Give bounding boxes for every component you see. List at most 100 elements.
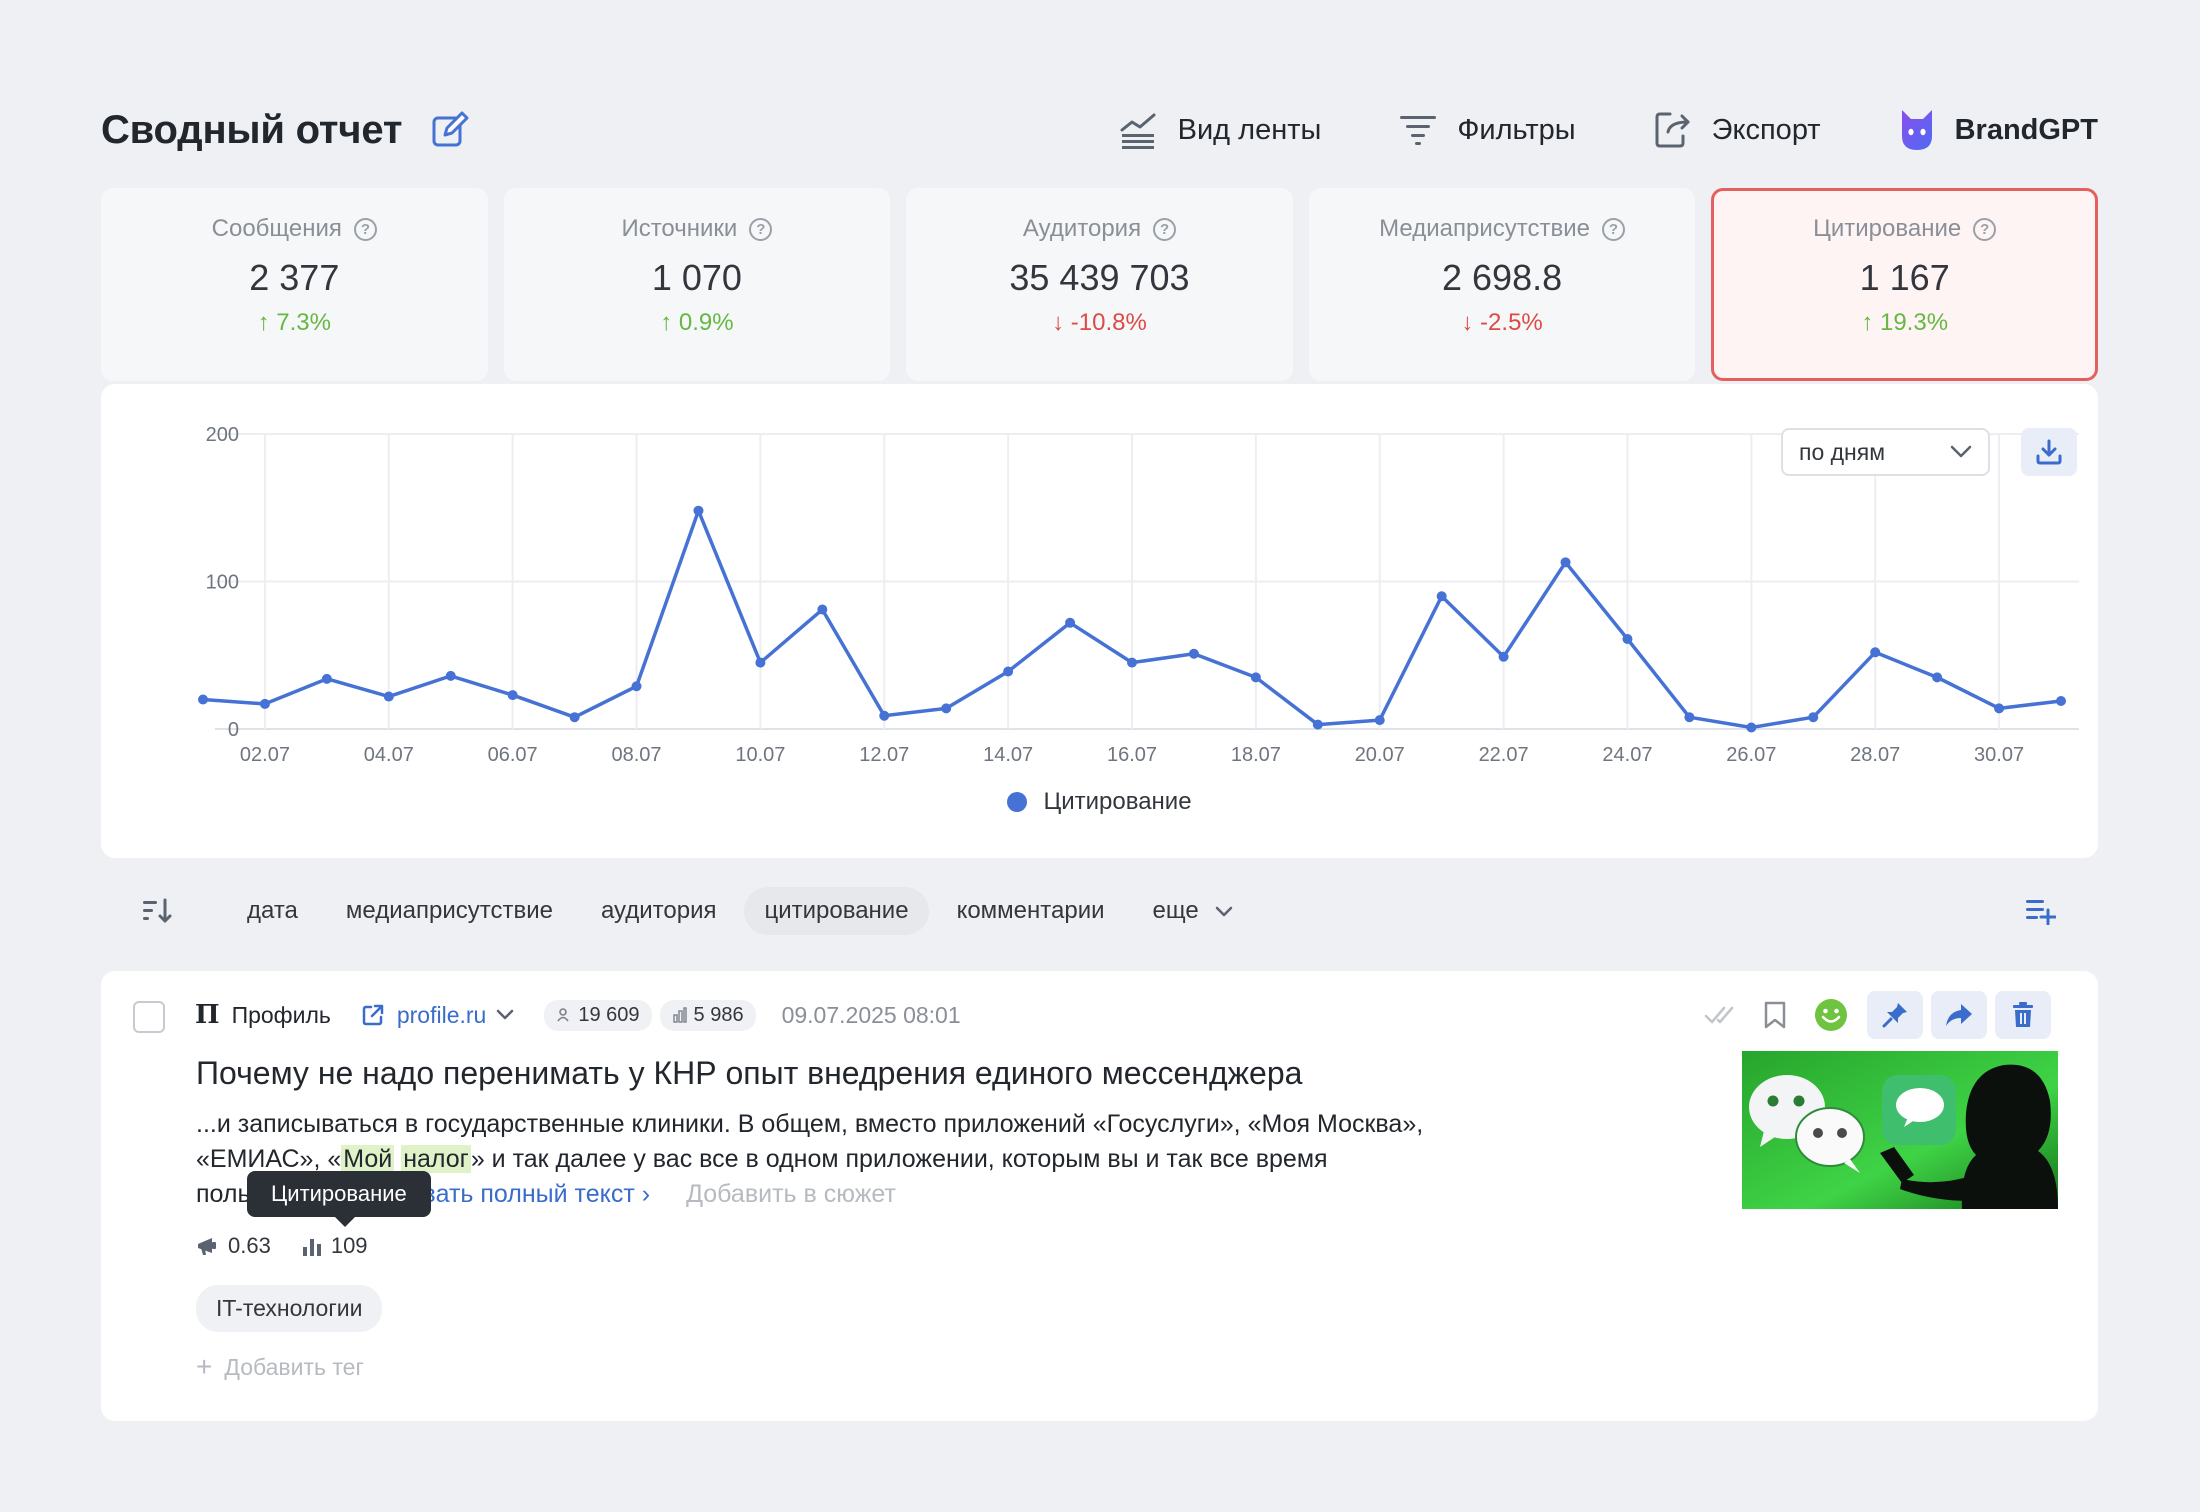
data-point bbox=[693, 505, 704, 516]
post-date: 09.07.2025 08:01 bbox=[781, 1001, 961, 1028]
data-point bbox=[1560, 557, 1571, 568]
period-select[interactable]: по дням bbox=[1781, 428, 1990, 476]
legend-label: Цитирование bbox=[1043, 788, 1192, 815]
source-name[interactable]: Профиль bbox=[232, 1002, 331, 1029]
export-button[interactable]: Экспорт bbox=[1654, 110, 1821, 150]
pin-icon bbox=[1882, 1003, 1907, 1028]
x-tick-label: 30.07 bbox=[1974, 744, 2024, 766]
bookmark-button[interactable] bbox=[1747, 991, 1803, 1039]
help-icon[interactable]: ? bbox=[1153, 217, 1177, 241]
stat-value: 1 070 bbox=[651, 257, 742, 298]
wechat-logo-image bbox=[1742, 1051, 2058, 1209]
sort-tab-media-presence[interactable]: медиаприсутствие bbox=[326, 887, 573, 935]
citation-tooltip: Цитирование bbox=[247, 1171, 431, 1227]
data-point bbox=[631, 681, 642, 692]
brandgpt-label: BrandGPT bbox=[1954, 113, 2098, 146]
share-button[interactable] bbox=[1931, 991, 1987, 1039]
post-counters: 19 609 5 986 bbox=[536, 999, 756, 1031]
trash-icon bbox=[2013, 1002, 2033, 1027]
chevron-down-icon bbox=[1216, 906, 1233, 916]
stat-label: Источники? bbox=[621, 215, 773, 243]
x-tick-label: 10.07 bbox=[735, 744, 785, 766]
x-tick-label: 26.07 bbox=[1726, 744, 1776, 766]
data-point bbox=[1312, 719, 1323, 730]
stat-label-text: Аудитория bbox=[1022, 215, 1142, 242]
sort-order-icon bbox=[143, 898, 172, 923]
filter-icon bbox=[1400, 116, 1437, 145]
x-tick-label: 08.07 bbox=[612, 744, 662, 766]
x-tick-label: 20.07 bbox=[1355, 744, 1405, 766]
stat-value: 2 377 bbox=[249, 257, 340, 298]
media-presence-value: 0.63 bbox=[228, 1233, 271, 1258]
sort-tab-audience[interactable]: аудитория bbox=[581, 887, 737, 935]
stat-card-audience[interactable]: Аудитория? 35 439 703 ↓ -10.8% bbox=[906, 188, 1293, 381]
sort-tab-more-label: еще bbox=[1152, 897, 1199, 924]
post-title[interactable]: Почему не надо перенимать у КНР опыт вне… bbox=[196, 1055, 1302, 1092]
post-card: П Профиль profile.ru 19 609 5 986 09.07.… bbox=[101, 971, 2098, 1421]
edit-title-button[interactable] bbox=[430, 110, 470, 150]
page-header: Сводный отчет Вид ленты Фильтры Экспорт … bbox=[101, 100, 2098, 160]
data-point bbox=[445, 670, 456, 681]
stat-change: ↑ 7.3% bbox=[257, 309, 331, 336]
post-text-segment: «ЕМИАС», « bbox=[196, 1145, 342, 1173]
help-icon[interactable]: ? bbox=[353, 217, 377, 241]
chevron-down-icon bbox=[497, 1009, 514, 1020]
stat-label-text: Цитирование bbox=[1813, 215, 1962, 242]
stat-change: ↑ 0.9% bbox=[660, 309, 734, 336]
views-value: 5 986 bbox=[693, 1003, 744, 1026]
domain-link[interactable]: profile.ru bbox=[361, 1002, 514, 1029]
data-point bbox=[1684, 712, 1695, 723]
data-point bbox=[259, 698, 270, 709]
add-column-button[interactable] bbox=[2018, 889, 2062, 933]
y-tick-label: 100 bbox=[206, 572, 239, 594]
sort-order-button[interactable] bbox=[133, 887, 181, 935]
brandgpt-button[interactable]: BrandGPT bbox=[1899, 108, 2098, 152]
post-select-checkbox[interactable] bbox=[133, 1001, 165, 1033]
sentiment-button[interactable] bbox=[1803, 991, 1859, 1039]
export-label: Экспорт bbox=[1711, 113, 1821, 146]
stat-label: Аудитория? bbox=[1022, 215, 1177, 243]
help-icon[interactable]: ? bbox=[1973, 217, 1997, 241]
help-icon[interactable]: ? bbox=[1601, 217, 1625, 241]
stat-label: Медиаприсутствие? bbox=[1379, 215, 1625, 243]
edit-icon bbox=[432, 111, 469, 147]
x-tick-label: 16.07 bbox=[1107, 744, 1157, 766]
y-tick-label: 200 bbox=[206, 424, 239, 446]
feed-view-button[interactable]: Вид ленты bbox=[1118, 110, 1321, 150]
pin-button[interactable] bbox=[1867, 991, 1923, 1039]
stat-card-messages[interactable]: Сообщения? 2 377 ↑ 7.3% bbox=[101, 188, 488, 381]
stat-card-sources[interactable]: Источники? 1 070 ↑ 0.9% bbox=[503, 188, 891, 381]
delete-button[interactable] bbox=[1995, 991, 2051, 1039]
add-to-story-link[interactable]: Добавить в сюжет bbox=[686, 1180, 896, 1208]
citation-value: 109 bbox=[330, 1233, 368, 1258]
stat-change: ↓ -10.8% bbox=[1052, 309, 1147, 336]
plus-icon: + bbox=[196, 1351, 213, 1382]
mark-read-button[interactable] bbox=[1691, 991, 1747, 1039]
tag-chip[interactable]: IT-технологии bbox=[196, 1285, 383, 1332]
citation-metric[interactable]: 109 bbox=[301, 1233, 368, 1259]
data-point bbox=[569, 712, 580, 723]
bar-chart-icon bbox=[302, 1239, 321, 1256]
data-point bbox=[1498, 651, 1509, 662]
x-tick-label: 18.07 bbox=[1231, 744, 1281, 766]
stat-card-media-presence[interactable]: Медиаприсутствие? 2 698.8 ↓ -2.5% bbox=[1308, 188, 1696, 381]
sort-tab-comments[interactable]: комментарии bbox=[937, 887, 1125, 935]
list-add-icon bbox=[2026, 900, 2056, 925]
post-meta: П Профиль profile.ru 19 609 5 986 09.07.… bbox=[195, 997, 961, 1033]
sort-tab-more[interactable]: еще bbox=[1133, 887, 1254, 935]
add-tag-label: Добавить тег bbox=[224, 1353, 364, 1380]
post-thumbnail[interactable] bbox=[1742, 1051, 2058, 1209]
smile-positive-icon bbox=[1815, 999, 1847, 1031]
sort-tab-date[interactable]: дата bbox=[227, 887, 318, 935]
help-icon[interactable]: ? bbox=[749, 217, 773, 241]
filters-button[interactable]: Фильтры bbox=[1399, 113, 1576, 147]
views-bars-icon bbox=[672, 1007, 687, 1023]
stat-card-citation[interactable]: Цитирование? 1 167 ↑ 19.3% bbox=[1711, 188, 2098, 381]
add-tag-button[interactable]: + Добавить тег bbox=[196, 1351, 364, 1383]
download-chart-button[interactable] bbox=[2021, 428, 2077, 476]
x-tick-label: 22.07 bbox=[1479, 744, 1529, 766]
sort-tab-citation[interactable]: цитирование bbox=[744, 887, 929, 935]
media-presence-metric[interactable]: 0.63 bbox=[196, 1233, 271, 1259]
chart-legend: Цитирование bbox=[101, 788, 2098, 816]
show-full-text-link[interactable]: азать полный текст › bbox=[411, 1180, 651, 1208]
